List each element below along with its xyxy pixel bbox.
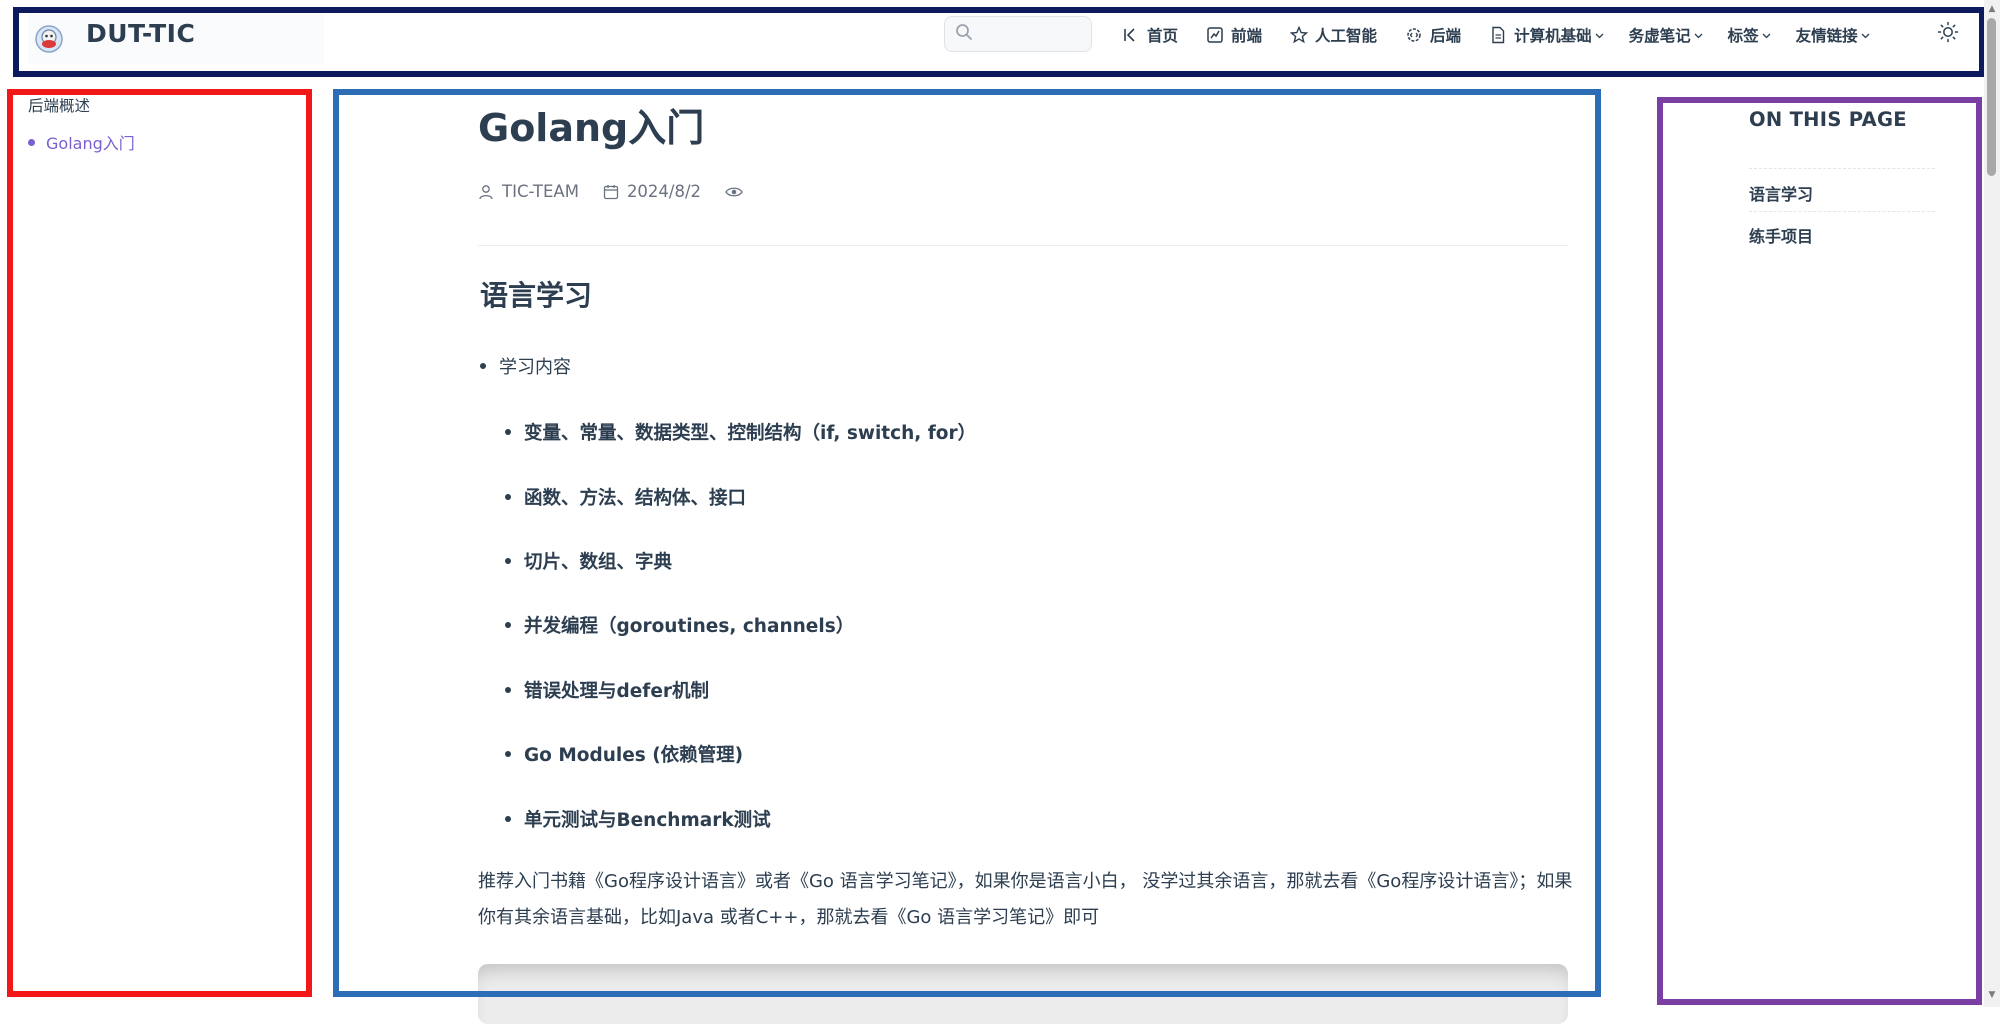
gear-code-icon <box>1405 26 1423 44</box>
list-item-text: 函数、方法、结构体、接口 <box>524 488 747 509</box>
nav-item-friend-links[interactable]: 友情链接 <box>1796 24 1871 46</box>
list-item: Go Modules (依赖管理) <box>505 741 743 767</box>
list-item: 学习内容 <box>480 353 571 379</box>
toc-item-practice-projects[interactable]: 练手项目 <box>1749 223 1813 247</box>
toc-title: ON THIS PAGE <box>1749 108 1907 131</box>
nav-item-label: 首页 <box>1147 27 1179 45</box>
nav-item-label: 人工智能 <box>1315 27 1378 45</box>
theme-toggle-button[interactable] <box>1936 21 1960 47</box>
chart-icon <box>1206 26 1224 44</box>
list-item-text: 变量、常量、数据类型、控制结构（if, switch, for） <box>524 423 977 444</box>
author-info[interactable]: TIC-TEAM <box>478 182 579 201</box>
content-highlight-frame <box>333 89 1601 997</box>
nav-item-ai[interactable]: 人工智能 <box>1290 24 1377 46</box>
scrollbar-thumb[interactable] <box>1987 18 1996 176</box>
eye-icon <box>725 187 743 196</box>
scroll-down-arrow-icon[interactable]: ▼ <box>1987 990 1997 1000</box>
active-dot-icon <box>28 138 35 146</box>
article-meta: TIC-TEAM 2024/8/2 <box>478 182 775 201</box>
nav-item-home[interactable]: 首页 <box>1122 24 1178 46</box>
toc-highlight-frame <box>1657 97 1982 1005</box>
date-info: 2024/8/2 <box>603 182 701 201</box>
nav-item-tags[interactable]: 标签 <box>1728 24 1772 46</box>
sidebar <box>0 82 318 1007</box>
scroll-up-arrow-icon[interactable]: ▲ <box>1987 4 1997 14</box>
logo-icon <box>32 22 66 56</box>
bullet-dot <box>505 429 511 435</box>
nav-menu: 首页 前端 人工智能 后端 计算机基础 务虚笔记 标签 友情链接 <box>1122 19 1895 51</box>
star-icon <box>1290 26 1309 44</box>
search-input[interactable] <box>979 18 1093 50</box>
list-item-text: Go Modules (依赖管理) <box>524 745 744 766</box>
list-item-text: 学习内容 <box>499 357 571 378</box>
back-to-start-icon <box>1122 26 1140 44</box>
list-item-text: 单元测试与Benchmark测试 <box>524 810 771 831</box>
recommendation-paragraph: 推荐入门书籍《Go程序设计语言》或者《Go 语言学习笔记》，如果你是语言小白， … <box>478 871 1573 928</box>
document-icon <box>1489 26 1507 44</box>
chevron-down-icon <box>1860 30 1871 41</box>
toc-divider <box>1749 168 1935 169</box>
page-title: Golang入门 <box>478 106 705 150</box>
chevron-down-icon <box>1761 30 1772 41</box>
bullet-dot <box>505 622 511 628</box>
nav-item-label: 计算机基础 <box>1514 27 1592 45</box>
bullet-dot <box>505 751 511 757</box>
sun-icon <box>1937 21 1959 47</box>
list-item: 单元测试与Benchmark测试 <box>505 806 771 832</box>
bullet-dot <box>505 687 511 693</box>
bullet-dot <box>505 494 511 500</box>
nav-item-label: 务虚笔记 <box>1628 27 1691 45</box>
list-item: 变量、常量、数据类型、控制结构（if, switch, for） <box>505 419 976 445</box>
code-block[interactable] <box>478 964 1568 1024</box>
toc-divider <box>1749 211 1935 212</box>
list-item: 切片、数组、字典 <box>505 548 672 574</box>
page-scrollbar[interactable]: ▲ ▼ <box>1984 0 2000 1007</box>
calendar-icon <box>603 184 619 199</box>
top-navbar: DUT-TIC 首页 前端 人工智能 后端 计算机基础 务虚笔记 标签 友情链接 <box>0 0 2000 82</box>
nav-item-frontend[interactable]: 前端 <box>1206 24 1262 46</box>
user-icon <box>479 184 493 199</box>
list-item: 并发编程（goroutines, channels） <box>505 612 854 638</box>
sidebar-group-heading[interactable]: 后端概述 <box>28 94 90 116</box>
search-icon <box>955 23 973 45</box>
page-views <box>725 185 751 199</box>
nav-item-label: 友情链接 <box>1795 27 1858 45</box>
nav-item-label: 后端 <box>1430 27 1462 45</box>
section-heading-language-learning: 语言学习 <box>480 279 593 312</box>
toc-item-language-learning[interactable]: 语言学习 <box>1749 181 1813 205</box>
search-box[interactable] <box>944 16 1093 52</box>
bullet-dot <box>505 558 511 564</box>
nav-item-label: 标签 <box>1727 27 1759 45</box>
publish-date: 2024/8/2 <box>626 182 702 201</box>
list-item: 函数、方法、结构体、接口 <box>505 484 746 510</box>
bullet-dot <box>480 363 486 369</box>
brand-title: DUT-TIC <box>86 18 196 48</box>
bullet-dot <box>505 816 511 822</box>
sidebar-item-golang[interactable]: Golang入门 <box>28 130 135 154</box>
chevron-down-icon <box>1594 30 1605 41</box>
divider <box>478 245 1568 246</box>
nav-item-backend[interactable]: 后端 <box>1405 24 1461 46</box>
nav-item-notes[interactable]: 务虚笔记 <box>1629 24 1704 46</box>
sidebar-item-label: Golang入门 <box>46 134 135 153</box>
list-item: 错误处理与defer机制 <box>505 677 709 703</box>
brand-home-link[interactable]: DUT-TIC <box>28 14 324 64</box>
nav-item-cs-basics[interactable]: 计算机基础 <box>1489 24 1605 46</box>
list-item-text: 错误处理与defer机制 <box>524 681 710 702</box>
list-item-text: 并发编程（goroutines, channels） <box>524 616 855 637</box>
nav-item-label: 前端 <box>1231 27 1263 45</box>
chevron-down-icon <box>1693 30 1704 41</box>
author-name: TIC-TEAM <box>502 182 579 201</box>
list-item-text: 切片、数组、字典 <box>524 552 673 573</box>
